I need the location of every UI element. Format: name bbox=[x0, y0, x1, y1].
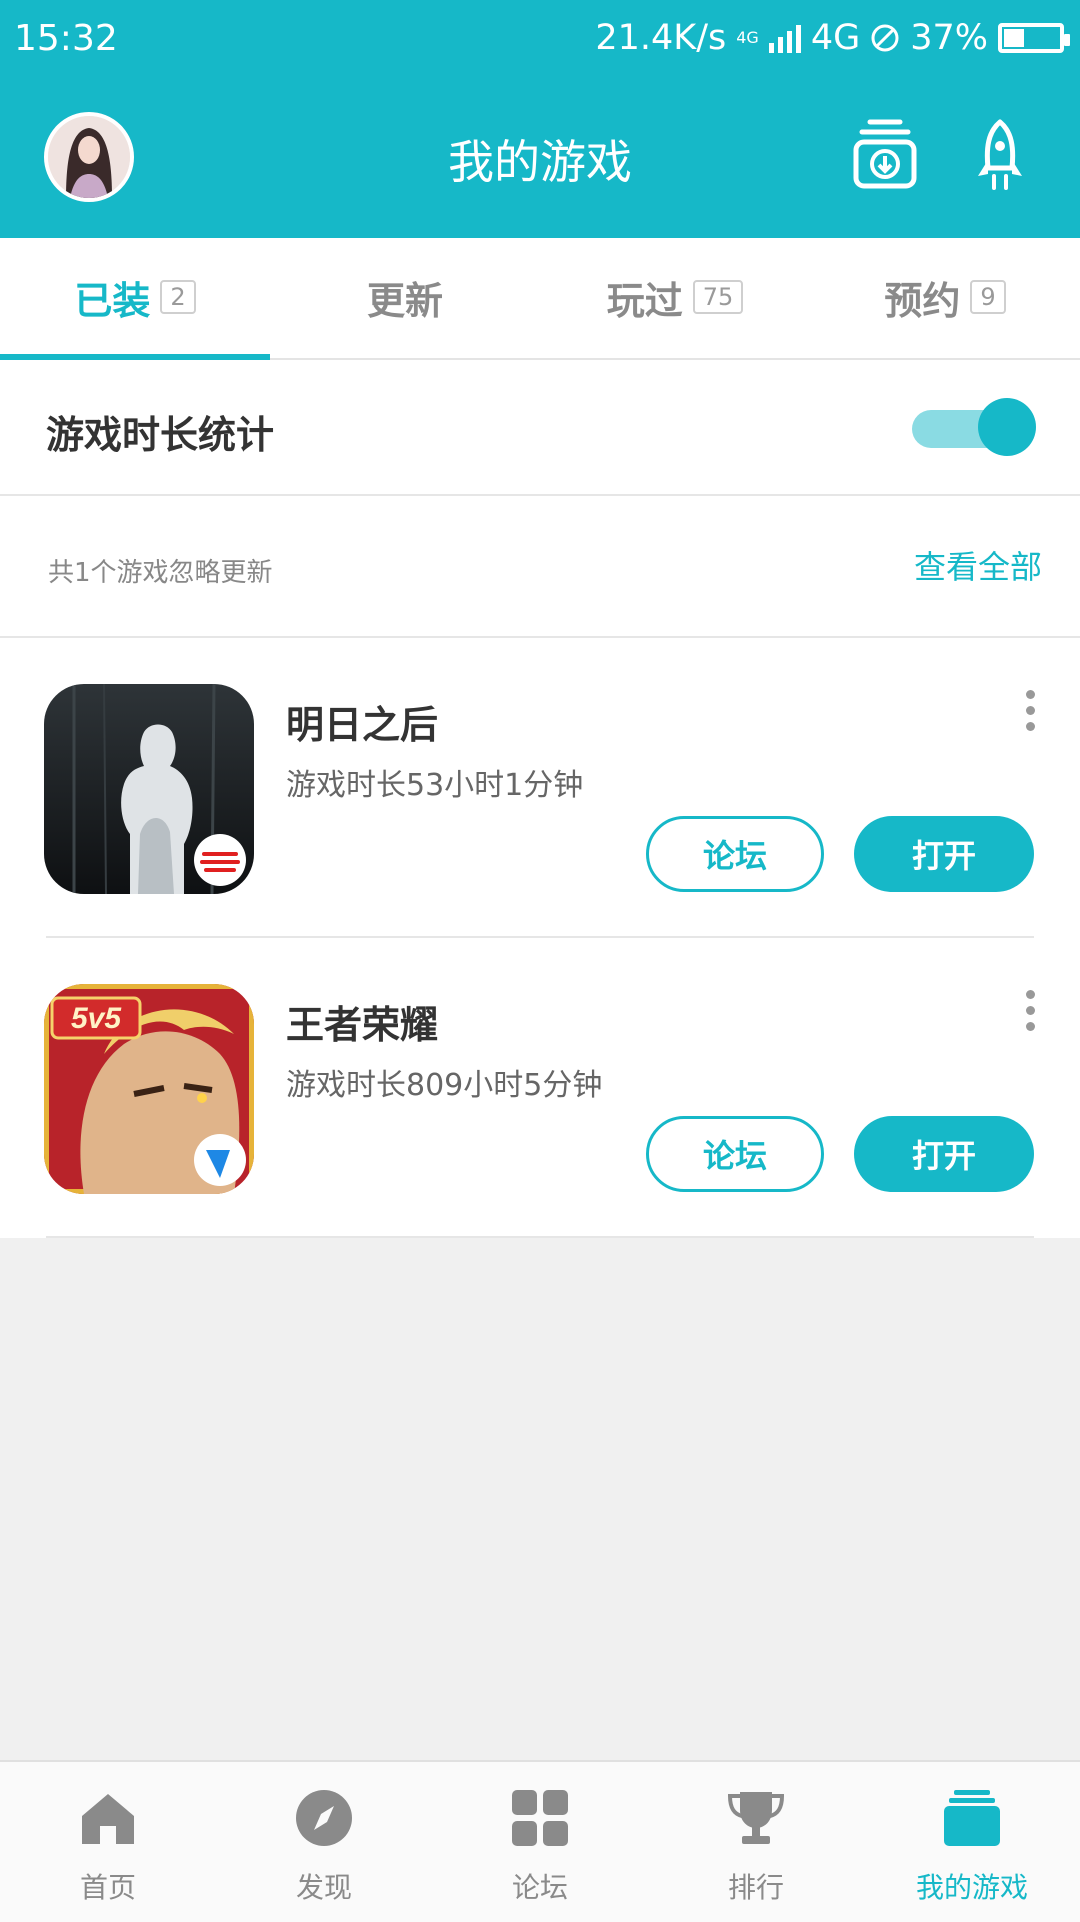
nav-label: 首页 bbox=[79, 1871, 136, 1904]
battery-icon bbox=[998, 23, 1070, 53]
tab-count-badge: 9 bbox=[970, 280, 1006, 314]
toggle-knob bbox=[978, 398, 1036, 456]
download-manager-button[interactable] bbox=[852, 118, 918, 190]
nav-label: 排行 bbox=[727, 1871, 784, 1904]
battery-percent: 37% bbox=[910, 18, 988, 58]
forum-button[interactable]: 论坛 bbox=[646, 816, 824, 892]
tab-count-badge: 75 bbox=[692, 280, 744, 314]
tab-count-badge: 2 bbox=[160, 280, 196, 314]
home-icon bbox=[82, 1794, 134, 1844]
trophy-icon bbox=[727, 1792, 785, 1844]
game-icon-wangzherongyao[interactable]: 5v5 bbox=[44, 984, 254, 1194]
nav-label: 发现 bbox=[295, 1871, 352, 1904]
nav-home[interactable]: 首页 bbox=[0, 1762, 216, 1920]
more-options-button[interactable] bbox=[1020, 990, 1040, 1036]
tab-installed[interactable]: 已装 2 bbox=[0, 238, 270, 356]
list-item: 明日之后 游戏时长53小时1分钟 论坛 打开 bbox=[0, 638, 1080, 938]
status-indicators: 21.4K/s 4G 4G 37% bbox=[595, 18, 1070, 58]
game-name: 明日之后 bbox=[286, 703, 439, 747]
bottom-nav: 首页 发现 论坛 排行 我的游戏 bbox=[0, 1760, 1080, 1922]
nav-label: 论坛 bbox=[511, 1871, 568, 1904]
page-title: 我的游戏 bbox=[448, 135, 632, 189]
open-game-button[interactable]: 打开 bbox=[854, 1116, 1034, 1192]
game-list: 明日之后 游戏时长53小时1分钟 论坛 打开 5v5 王者荣耀 游戏时长809小… bbox=[0, 638, 1080, 1238]
tab-label: 更新 bbox=[366, 278, 443, 323]
view-all-link[interactable]: 查看全部 bbox=[914, 542, 1042, 588]
nav-my-games[interactable]: 我的游戏 bbox=[864, 1762, 1080, 1920]
icon-badge-text: 5v5 bbox=[71, 1002, 122, 1035]
tab-label: 预约 bbox=[884, 278, 961, 323]
network-speed: 21.4K/s bbox=[595, 18, 727, 58]
more-vertical-icon bbox=[1020, 690, 1040, 731]
nav-ranking[interactable]: 排行 bbox=[648, 1762, 864, 1920]
game-icon-mingrizhihou[interactable] bbox=[44, 684, 254, 894]
net-small-label: 4G bbox=[736, 28, 759, 47]
signal-icon bbox=[768, 23, 801, 53]
download-manager-icon bbox=[853, 119, 917, 189]
divider bbox=[46, 1236, 1034, 1238]
compass-icon bbox=[296, 1790, 352, 1846]
do-not-disturb-icon bbox=[871, 24, 899, 52]
forum-button[interactable]: 论坛 bbox=[646, 1116, 824, 1192]
list-item: 5v5 王者荣耀 游戏时长809小时5分钟 论坛 打开 bbox=[0, 938, 1080, 1238]
ignored-updates-row: 共1个游戏忽略更新 查看全部 bbox=[0, 496, 1080, 638]
nav-label: 我的游戏 bbox=[915, 1871, 1028, 1904]
tab-updates[interactable]: 更新 bbox=[270, 238, 540, 356]
more-vertical-icon bbox=[1020, 990, 1040, 1031]
grid-icon bbox=[512, 1790, 568, 1846]
game-playtime: 游戏时长809小时5分钟 bbox=[286, 1068, 603, 1103]
tab-bar: 已装 2 更新 玩过 75 预约 9 bbox=[0, 238, 1080, 360]
tab-label: 已装 bbox=[74, 278, 151, 323]
tab-played[interactable]: 玩过 75 bbox=[540, 238, 810, 356]
nav-forum[interactable]: 论坛 bbox=[432, 1762, 648, 1920]
tab-reserved[interactable]: 预约 9 bbox=[810, 238, 1080, 356]
rocket-button[interactable] bbox=[972, 118, 1028, 194]
more-options-button[interactable] bbox=[1020, 690, 1040, 736]
rocket-icon bbox=[978, 119, 1022, 190]
nav-discover[interactable]: 发现 bbox=[216, 1762, 432, 1920]
playtime-stats-toggle[interactable] bbox=[912, 398, 1036, 456]
game-name: 王者荣耀 bbox=[286, 1003, 439, 1047]
playtime-stats-row: 游戏时长统计 bbox=[0, 360, 1080, 496]
open-game-button[interactable]: 打开 bbox=[854, 816, 1034, 892]
status-time: 15:32 bbox=[14, 18, 118, 59]
game-playtime: 游戏时长53小时1分钟 bbox=[286, 768, 584, 803]
tab-label: 玩过 bbox=[606, 278, 683, 323]
ignored-updates-text: 共1个游戏忽略更新 bbox=[48, 558, 273, 588]
status-bar: 15:32 21.4K/s 4G 4G 37% bbox=[0, 0, 1080, 78]
header: 15:32 21.4K/s 4G 4G 37% 我的游戏 bbox=[0, 0, 1080, 238]
network-type: 4G bbox=[810, 18, 861, 58]
stack-icon bbox=[944, 1790, 1000, 1846]
playtime-stats-label: 游戏时长统计 bbox=[46, 413, 275, 457]
